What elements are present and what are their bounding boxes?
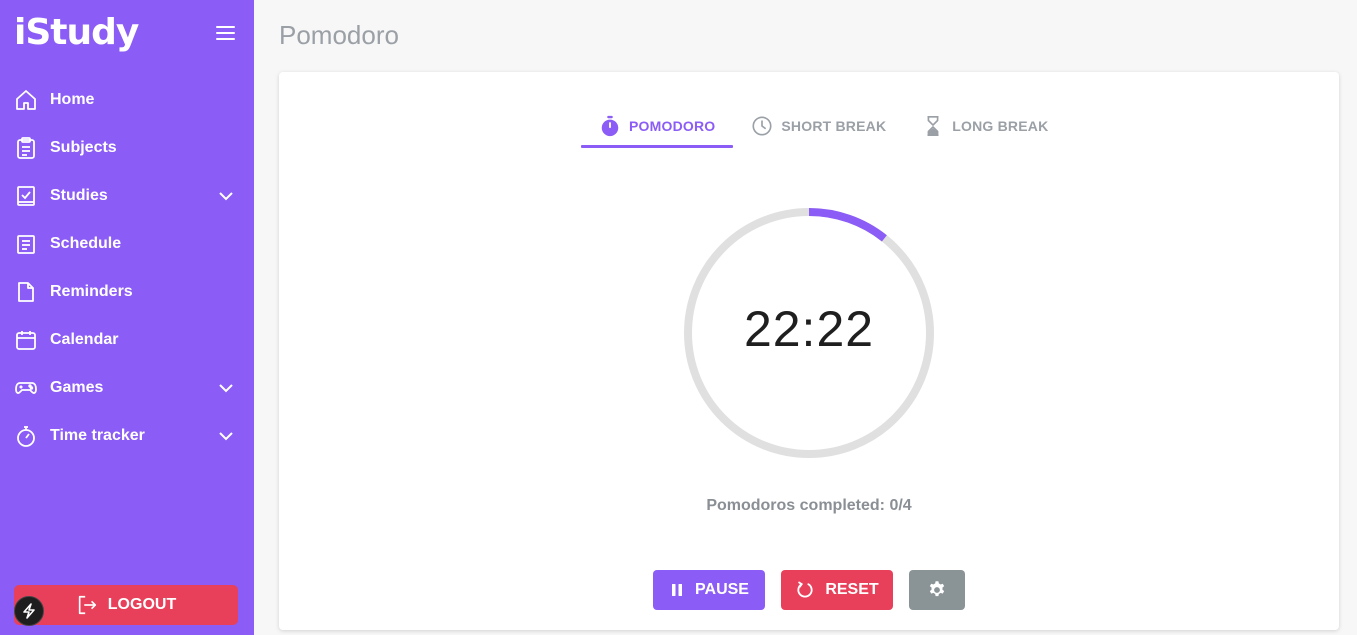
reset-label: RESET	[825, 581, 879, 598]
hourglass-icon	[927, 116, 939, 136]
pomodoros-completed: Pomodoros completed: 0/4	[706, 497, 912, 514]
sidebar-item-studies[interactable]: Studies	[0, 174, 254, 218]
reset-icon	[797, 581, 813, 598]
chevron-down-icon[interactable]	[216, 186, 236, 206]
sidebar-item-schedule[interactable]: Schedule	[0, 222, 254, 266]
reset-button[interactable]: RESET	[781, 570, 893, 610]
tab-pomodoro[interactable]: POMODORO	[581, 104, 734, 148]
logout-icon	[78, 595, 96, 615]
sidebar-item-subjects[interactable]: Subjects	[0, 126, 254, 170]
sidebar-item-label: Home	[50, 91, 95, 108]
tab-short-break[interactable]: SHORT BREAK	[733, 104, 904, 148]
clock-icon	[752, 116, 772, 136]
pomodoro-card: POMODORO SHORT BREAK LONG BREAK 22:22 Po…	[279, 72, 1339, 630]
sidebar-item-label: Calendar	[50, 331, 119, 348]
gamepad-icon	[15, 382, 37, 394]
sidebar-item-home[interactable]: Home	[0, 78, 254, 122]
home-icon	[16, 90, 36, 110]
chevron-down-icon[interactable]	[216, 378, 236, 398]
stopwatch-icon	[17, 426, 35, 447]
sidebar-item-reminders[interactable]: Reminders	[0, 270, 254, 314]
sidebar-item-games[interactable]: Games	[0, 366, 254, 410]
calendar-icon	[16, 331, 36, 350]
sidebar-item-label: Studies	[50, 187, 108, 204]
logout-label: LOGOUT	[107, 596, 177, 613]
pause-label: PAUSE	[695, 581, 749, 598]
gear-icon	[929, 581, 945, 597]
sidebar-item-label: Reminders	[50, 283, 133, 300]
tab-bar: POMODORO SHORT BREAK LONG BREAK	[581, 104, 1066, 148]
timer-display: 22:22	[743, 301, 875, 357]
sidebar-item-label: Schedule	[50, 235, 122, 252]
sidebar-item-label: Time tracker	[50, 427, 145, 444]
settings-button[interactable]	[909, 570, 965, 610]
menu-toggle-icon[interactable]	[216, 26, 235, 42]
pause-icon	[672, 584, 683, 596]
timer-icon	[601, 115, 619, 137]
tab-label: POMODORO	[629, 118, 716, 134]
pause-button[interactable]: PAUSE	[653, 570, 765, 610]
bolt-icon[interactable]	[14, 596, 44, 626]
tab-long-break[interactable]: LONG BREAK	[904, 104, 1066, 148]
clipboard-icon	[17, 137, 35, 159]
sidebar-item-label: Subjects	[50, 139, 117, 156]
sidebar: iStudy Home Subjects Studies Schedule Re…	[0, 0, 254, 635]
sidebar-item-calendar[interactable]: Calendar	[0, 318, 254, 362]
chevron-down-icon[interactable]	[216, 426, 236, 446]
logout-button[interactable]: LOGOUT	[14, 585, 238, 625]
checkbook-icon	[17, 186, 35, 206]
note-icon	[18, 282, 34, 302]
sidebar-item-time-tracker[interactable]: Time tracker	[0, 414, 254, 458]
app-logo[interactable]: iStudy	[14, 12, 139, 53]
tab-label: LONG BREAK	[952, 118, 1049, 134]
sidebar-item-label: Games	[50, 379, 104, 396]
tab-label: SHORT BREAK	[781, 118, 887, 134]
page-title: Pomodoro	[279, 20, 399, 50]
schedule-icon	[17, 235, 35, 254]
